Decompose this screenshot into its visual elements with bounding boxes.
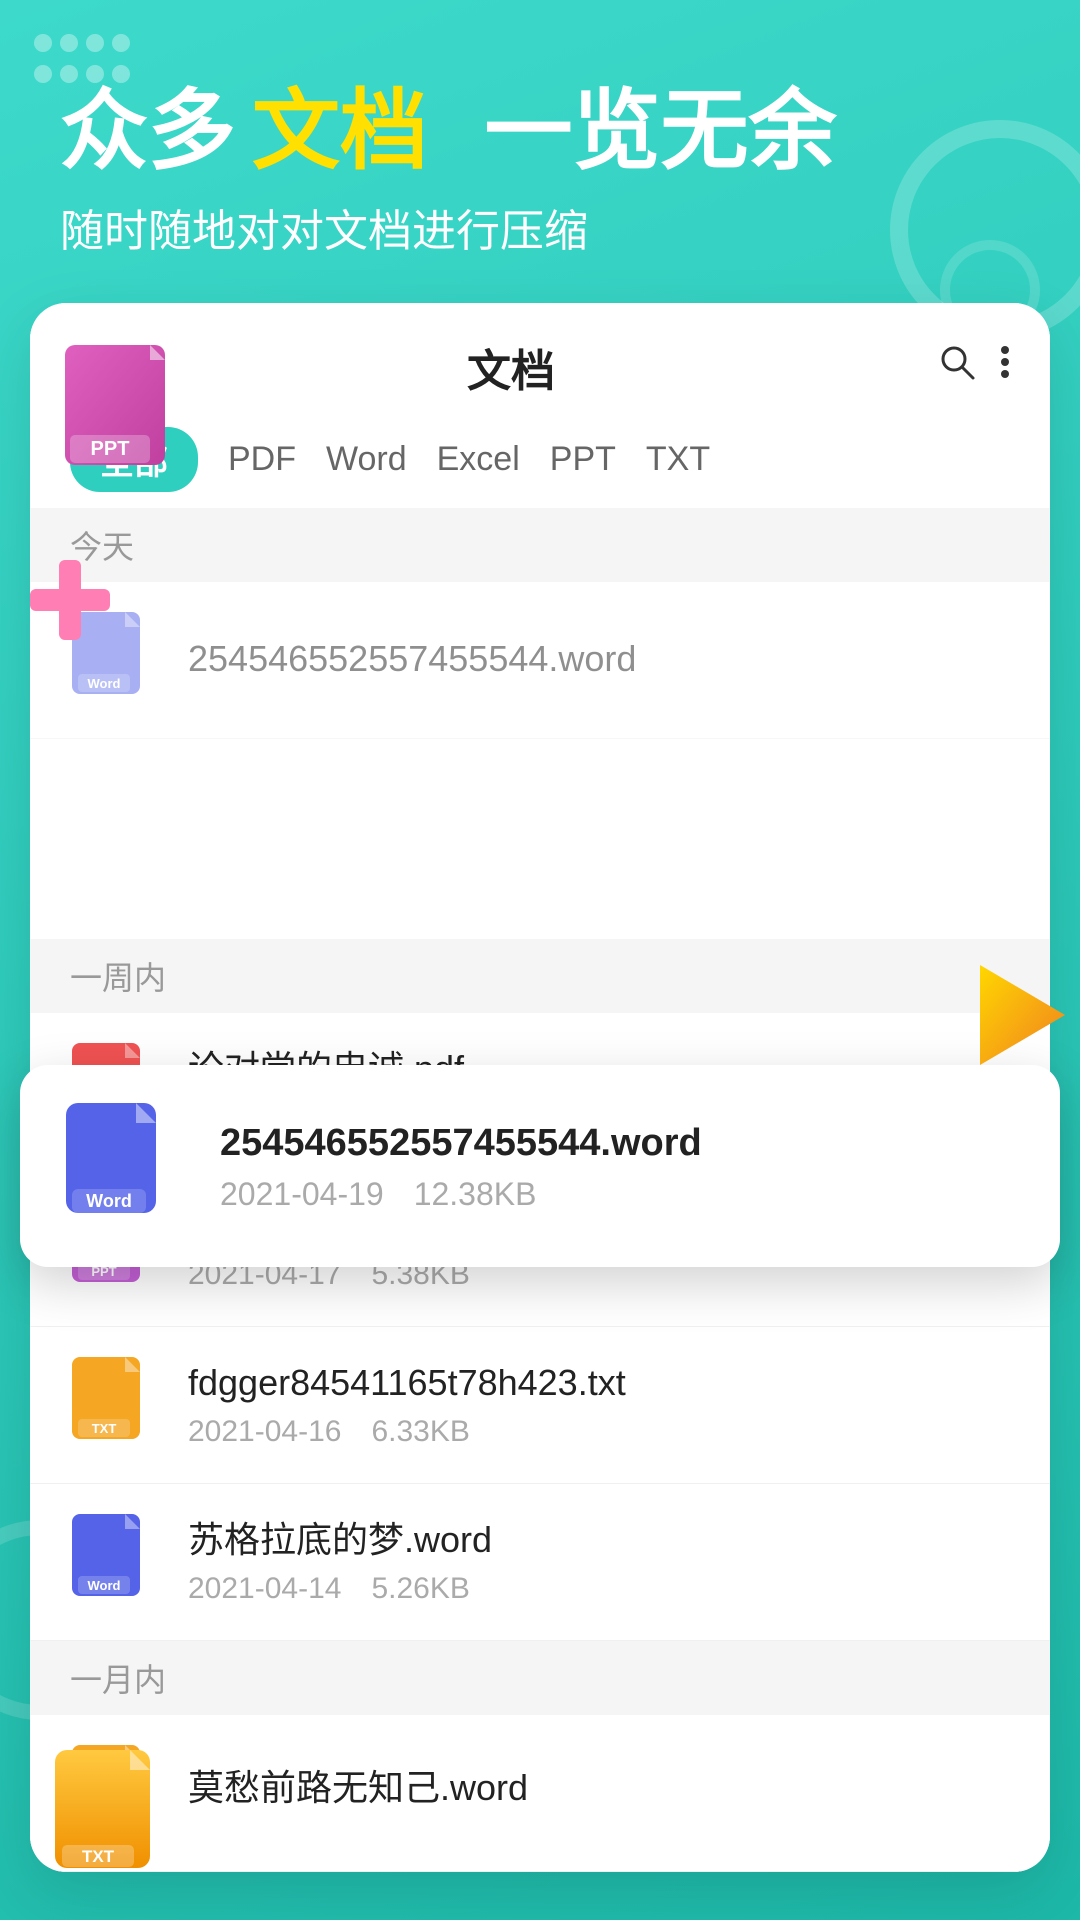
file-name: 苏格拉底的梦.word bbox=[188, 1517, 1010, 1564]
file-size: 5.26KB bbox=[371, 1572, 469, 1606]
section-week: 一周内 bbox=[30, 939, 1050, 1013]
file-name: fdgger84541165t78h423.txt bbox=[188, 1360, 1010, 1407]
play-triangle-icon bbox=[970, 960, 1070, 1075]
file-info: 苏格拉底的梦.word 2021-04-14 5.26KB bbox=[188, 1517, 1010, 1606]
file-date: 2021-04-16 bbox=[188, 1415, 341, 1449]
file-name: 254546552557455544.word bbox=[188, 636, 1010, 683]
svg-text:PPT: PPT bbox=[91, 438, 130, 460]
floating-file-name: 254546552557455544.word bbox=[220, 1119, 1016, 1168]
section-month: 一月内 bbox=[30, 1641, 1050, 1715]
file-icon-word-2: Word bbox=[70, 1512, 160, 1612]
file-info: 莫愁前路无知己.word bbox=[188, 1765, 1010, 1820]
hero-section: 众多文档 一览无余 随时随地对对文档进行压缩 bbox=[0, 0, 1080, 303]
file-meta: 2021-04-14 5.26KB bbox=[188, 1572, 1010, 1606]
table-row[interactable]: TXT 莫愁前路无知己.word bbox=[30, 1715, 1050, 1872]
tab-excel[interactable]: Excel bbox=[437, 432, 520, 487]
file-date: 2021-04-14 bbox=[188, 1572, 341, 1606]
search-icon[interactable] bbox=[938, 343, 976, 391]
card-actions bbox=[938, 343, 1010, 391]
floating-spacer bbox=[30, 739, 1050, 939]
table-row[interactable]: Word 苏格拉底的梦.word 2021-04-14 5.26KB bbox=[30, 1484, 1050, 1641]
section-today: 今天 bbox=[30, 508, 1050, 582]
tab-ppt[interactable]: PPT bbox=[550, 432, 616, 487]
card-title: 文档 bbox=[467, 335, 555, 399]
tab-txt[interactable]: TXT bbox=[646, 432, 710, 487]
floating-file-card[interactable]: Word 254546552557455544.word 2021-04-19 … bbox=[20, 1065, 1060, 1267]
table-row[interactable]: Word 254546552557455544.word bbox=[30, 582, 1050, 739]
tab-word[interactable]: Word bbox=[326, 432, 407, 487]
hero-subtitle: 随时随地对对文档进行压缩 bbox=[60, 201, 1020, 263]
svg-text:TXT: TXT bbox=[82, 1847, 115, 1866]
tab-pdf[interactable]: PDF bbox=[228, 432, 296, 487]
file-name: 莫愁前路无知己.word bbox=[188, 1765, 1010, 1812]
floating-file-meta: 2021-04-19 12.38KB bbox=[220, 1176, 1016, 1213]
ppt-float-icon: PPT bbox=[60, 330, 190, 485]
hero-title-part2: 一览无余 bbox=[484, 80, 836, 181]
file-info: 254546552557455544.word bbox=[188, 636, 1010, 683]
file-info: fdgger84541165t78h423.txt 2021-04-16 6.3… bbox=[188, 1360, 1010, 1449]
svg-text:Word: Word bbox=[86, 1191, 132, 1211]
hero-title-part1: 众多 bbox=[60, 80, 236, 181]
floating-file-info: 254546552557455544.word 2021-04-19 12.38… bbox=[220, 1119, 1016, 1213]
hero-title-highlight: 文档 bbox=[252, 80, 428, 181]
file-meta: 2021-04-16 6.33KB bbox=[188, 1415, 1010, 1449]
more-icon[interactable] bbox=[1000, 343, 1010, 391]
plus-icon bbox=[30, 560, 110, 640]
svg-text:Word: Word bbox=[88, 676, 121, 691]
svg-text:TXT: TXT bbox=[92, 1421, 117, 1436]
txt-float-icon: TXT bbox=[50, 1745, 170, 1890]
hero-title: 众多文档 一览无余 bbox=[60, 80, 1020, 181]
svg-text:Word: Word bbox=[88, 1578, 121, 1593]
table-row[interactable]: TXT fdgger84541165t78h423.txt 2021-04-16… bbox=[30, 1327, 1050, 1484]
floating-file-icon: Word bbox=[64, 1101, 184, 1231]
file-size: 6.33KB bbox=[371, 1415, 469, 1449]
floating-file-date: 2021-04-19 bbox=[220, 1176, 384, 1213]
file-icon-txt: TXT bbox=[70, 1355, 160, 1455]
floating-file-size: 12.38KB bbox=[414, 1176, 537, 1213]
